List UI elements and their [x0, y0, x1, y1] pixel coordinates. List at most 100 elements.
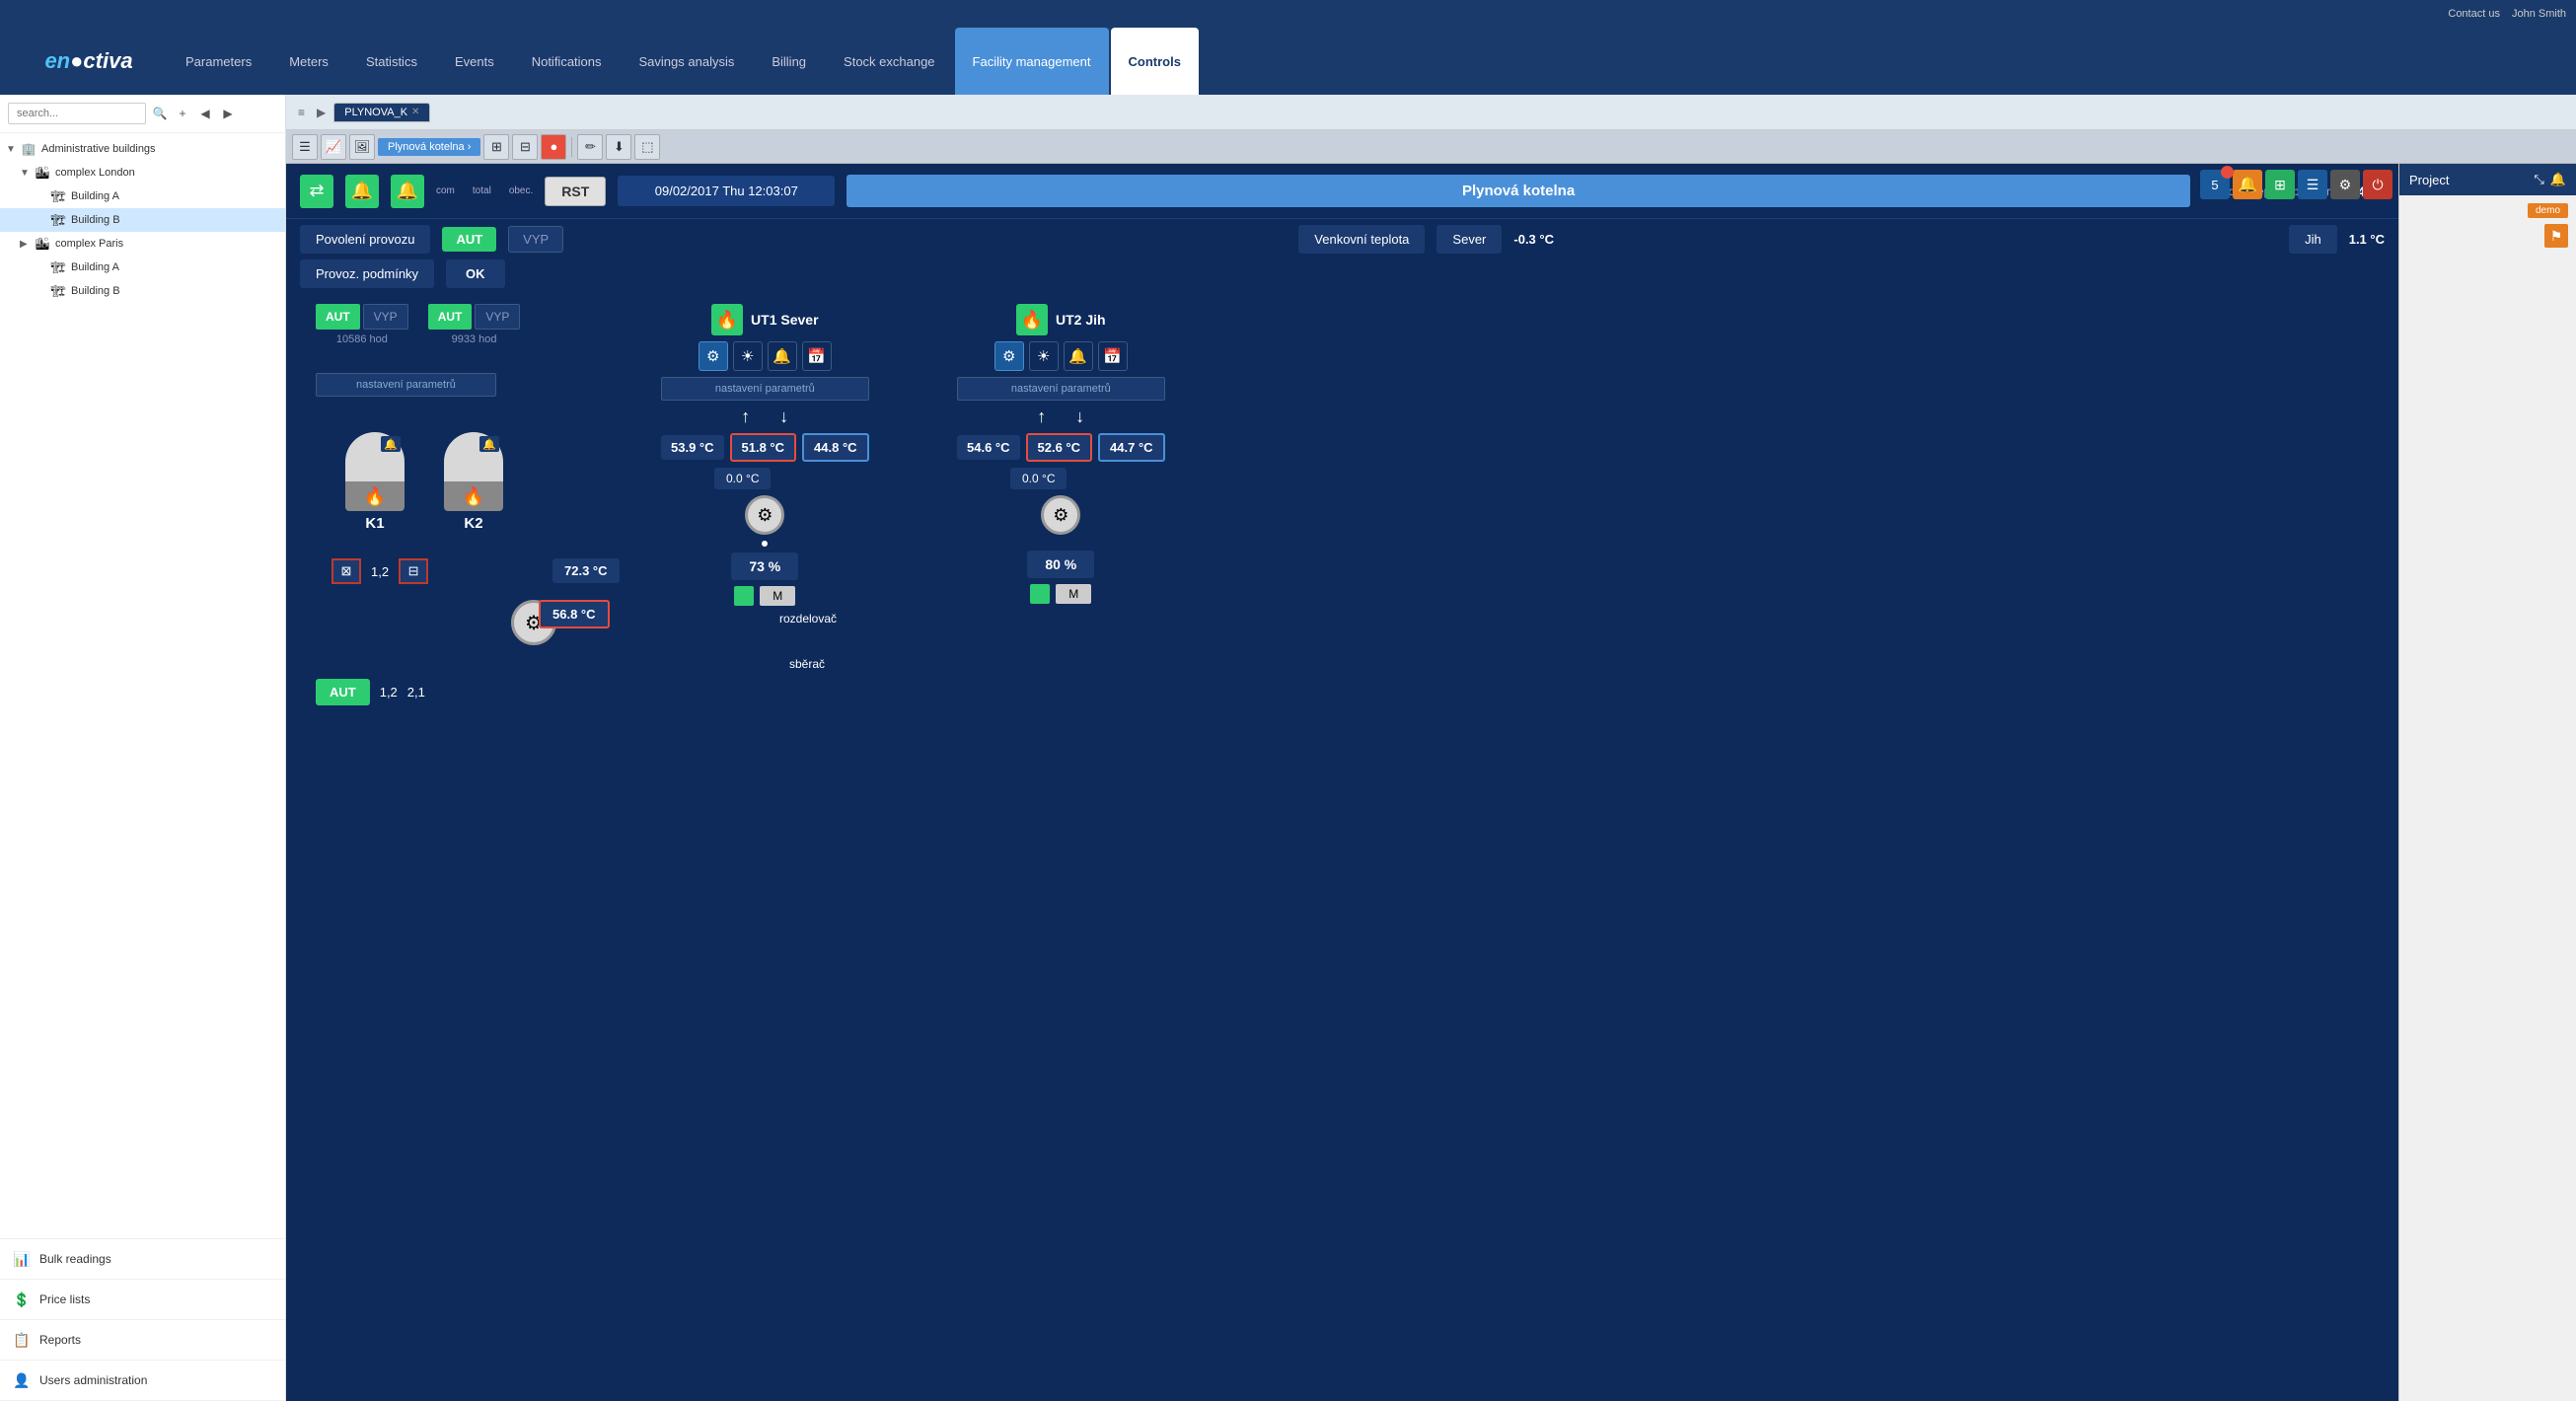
project-panel-body: demo ⚑	[2399, 195, 2576, 256]
ut2-gear-btn[interactable]: ⚙	[994, 341, 1024, 371]
nav-tab-statistics[interactable]: Statistics	[348, 28, 435, 95]
com-label: com	[436, 185, 455, 196]
toolbar-red-btn[interactable]: ●	[541, 134, 566, 160]
tree-label: Building A	[71, 190, 119, 202]
valve-1-btn[interactable]: ⊠	[331, 558, 361, 584]
ut2-sun-btn[interactable]: ☀	[1029, 341, 1059, 371]
user-link[interactable]: John Smith	[2512, 8, 2566, 20]
tree-item-building-a-paris[interactable]: 🏗 Building A	[0, 256, 285, 279]
ut1-pump[interactable]: ⚙	[745, 495, 784, 535]
price-lists-icon: 💲	[12, 1290, 32, 1309]
obec-status-btn[interactable]: 🔔	[391, 175, 424, 208]
tree-item-building-a-london[interactable]: 🏗 Building A	[0, 184, 285, 208]
toolbar-share-btn[interactable]: ⬚	[634, 134, 660, 160]
toolbar-table-btn[interactable]: ⊟	[512, 134, 538, 160]
ut2-params-btn[interactable]: nastavení parametrů	[957, 377, 1165, 401]
ut1-params-btn[interactable]: nastavení parametrů	[661, 377, 869, 401]
vyp-btn[interactable]: VYP	[508, 226, 563, 253]
valve-2-btn[interactable]: ⊟	[399, 558, 428, 584]
main-content: ≡ ▶ PLYNOVA_K ✕ ☰ 📈 🖼 Plynová kotelna › …	[286, 95, 2576, 1401]
sidebar-users-admin[interactable]: 👤 Users administration	[0, 1361, 285, 1401]
sidebar: 🔍 + ◀ ▶ ▼ 🏢 Administrative buildings ▼ 🏙…	[0, 95, 286, 1401]
ut1-sun-btn[interactable]: ☀	[733, 341, 763, 371]
toolbar-image-btn[interactable]: 🖼	[349, 134, 375, 160]
venkovni-label: Venkovní teplota	[1314, 232, 1409, 247]
tree-toggle: ▼	[6, 144, 20, 155]
ut1-calendar-btn[interactable]: 📅	[802, 341, 832, 371]
project-bell-icon[interactable]: 🔔	[2550, 172, 2566, 187]
nav-tab-events[interactable]: Events	[437, 28, 512, 95]
total-status-btn[interactable]: 🔔	[345, 175, 379, 208]
com-status-btn[interactable]: ⇄	[300, 175, 333, 208]
contact-link[interactable]: Contact us	[2448, 8, 2500, 20]
params-btn-left[interactable]: nastavení parametrů	[316, 373, 496, 397]
ut1-temp2-red: 51.8 °C	[730, 433, 797, 462]
tab-close-button[interactable]: ✕	[411, 107, 419, 117]
toolbar-chart-btn[interactable]: 📈	[321, 134, 346, 160]
logo: en●ctiva	[10, 48, 168, 74]
aut-btn[interactable]: AUT	[442, 227, 496, 252]
search-add-icon[interactable]: +	[173, 104, 192, 123]
aut-vyp-row-1: AUT VYP	[316, 304, 408, 330]
tree-item-building-b-london[interactable]: 🏗 Building B	[0, 208, 285, 232]
search-prev-icon[interactable]: ◀	[195, 104, 215, 123]
toolbar-edit-btn[interactable]: ✏	[577, 134, 603, 160]
nav-tab-parameters[interactable]: Parameters	[168, 28, 269, 95]
ut2-calendar-btn[interactable]: 📅	[1098, 341, 1128, 371]
tree-item-complex-paris[interactable]: ▶ 🏙 complex Paris	[0, 232, 285, 256]
tree-item-admin-buildings[interactable]: ▼ 🏢 Administrative buildings	[0, 137, 285, 161]
sidebar-bulk-readings[interactable]: 📊 Bulk readings	[0, 1239, 285, 1280]
ut1-bell-btn[interactable]: 🔔	[768, 341, 797, 371]
group2-vyp-btn[interactable]: VYP	[475, 304, 520, 330]
scada-right-panel: Project ⤡ 🔔 demo ⚑	[2398, 164, 2576, 1401]
group1-aut-btn[interactable]: AUT	[316, 304, 360, 330]
breadcrumb-button[interactable]: Plynová kotelna ›	[378, 138, 480, 156]
tab-breadcrumb-icon[interactable]: ▶	[313, 104, 330, 121]
grid-view-btn[interactable]: ⊞	[2265, 170, 2295, 199]
provoz-box: Provoz. podmínky	[300, 259, 434, 288]
ut2-bell-btn[interactable]: 🔔	[1064, 341, 1093, 371]
tab-arrow[interactable]: ≡	[294, 104, 309, 121]
jih-value: 1.1 °C	[2349, 232, 2385, 247]
group2-aut-btn[interactable]: AUT	[428, 304, 473, 330]
rst-button[interactable]: RST	[545, 177, 606, 206]
nav-tab-stock[interactable]: Stock exchange	[826, 28, 953, 95]
nav-tab-facility[interactable]: Facility management	[955, 28, 1109, 95]
tree-item-building-b-paris[interactable]: 🏗 Building B	[0, 279, 285, 303]
title-display: Plynová kotelna	[846, 175, 2190, 207]
alarm-btn[interactable]: 🔔	[2233, 170, 2262, 199]
ut1-motor-row: M	[734, 586, 795, 606]
tree-item-complex-london[interactable]: ▼ 🏙 complex London	[0, 161, 285, 184]
params-btn-left-container: nastavení parametrů	[316, 373, 496, 397]
sidebar-price-lists[interactable]: 💲 Price lists	[0, 1280, 285, 1320]
sidebar-reports[interactable]: 📋 Reports	[0, 1320, 285, 1361]
search-next-icon[interactable]: ▶	[218, 104, 238, 123]
nav-tab-billing[interactable]: Billing	[754, 28, 824, 95]
search-button[interactable]: 🔍	[150, 104, 170, 123]
toolbar-sep	[571, 137, 572, 157]
power-btn[interactable]: ⏻	[2363, 170, 2392, 199]
list-view-btn[interactable]: ☰	[2298, 170, 2327, 199]
toolbar-download-btn[interactable]: ⬇	[606, 134, 631, 160]
ut2-fire-icon: 🔥	[1016, 304, 1048, 335]
demo-icon-btn[interactable]: ⚑	[2544, 224, 2568, 248]
project-panel-header: Project ⤡ 🔔	[2399, 164, 2576, 195]
search-input[interactable]	[8, 103, 146, 124]
rozdelovac-label: rozdelovač	[779, 612, 837, 626]
settings-btn[interactable]: ⚙	[2330, 170, 2360, 199]
toolbar-menu-btn[interactable]: ☰	[292, 134, 318, 160]
group1-vyp-btn[interactable]: VYP	[363, 304, 408, 330]
notifications-count-btn[interactable]: 5	[2200, 170, 2230, 199]
ut1-gear-btn[interactable]: ⚙	[699, 341, 728, 371]
ut2-pump[interactable]: ⚙	[1041, 495, 1080, 535]
bottom-aut-btn[interactable]: AUT	[316, 679, 370, 705]
nav-tab-savings[interactable]: Savings analysis	[622, 28, 753, 95]
nav-tab-meters[interactable]: Meters	[271, 28, 346, 95]
tree-label: Building A	[71, 261, 119, 273]
nav-tab-controls[interactable]: Controls	[1111, 28, 1199, 95]
nav-tab-notifications[interactable]: Notifications	[514, 28, 620, 95]
toolbar-grid-btn[interactable]: ⊞	[483, 134, 509, 160]
project-expand-icon[interactable]: ⤡	[2534, 172, 2543, 187]
control-group-2: AUT VYP 9933 hod	[428, 304, 521, 345]
content-tab-plynova[interactable]: PLYNOVA_K ✕	[333, 103, 430, 122]
